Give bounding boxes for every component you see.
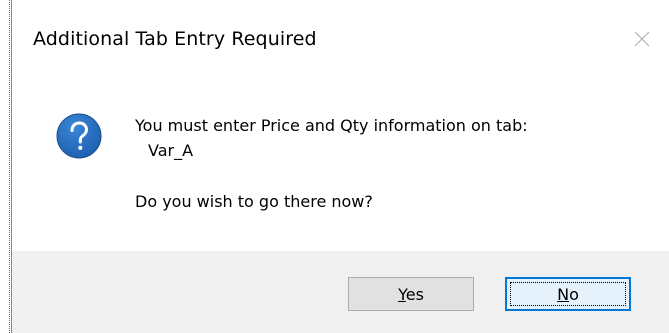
yes-mnemonic: Y bbox=[398, 284, 406, 304]
no-label-rest: o bbox=[569, 284, 579, 304]
message-question: Do you wish to go there now? bbox=[135, 192, 373, 211]
background-edge bbox=[9, 0, 10, 333]
question-icon bbox=[56, 113, 102, 159]
dialog-title: Additional Tab Entry Required bbox=[33, 28, 317, 50]
screen: Additional Tab Entry Required You must e… bbox=[0, 0, 669, 333]
dialog-titlebar[interactable]: Additional Tab Entry Required bbox=[12, 0, 669, 80]
close-icon bbox=[634, 31, 650, 47]
yes-button[interactable]: Yes bbox=[348, 277, 474, 311]
message-line: You must enter Price and Qty information… bbox=[135, 116, 528, 135]
no-button-label: No bbox=[557, 285, 579, 304]
yes-button-label: Yes bbox=[398, 285, 424, 304]
no-button[interactable]: No bbox=[505, 277, 631, 311]
message-dialog: Additional Tab Entry Required You must e… bbox=[11, 0, 669, 333]
close-button[interactable] bbox=[627, 24, 657, 54]
dialog-content: You must enter Price and Qty information… bbox=[12, 80, 669, 251]
message-tab-name: Var_A bbox=[148, 141, 194, 160]
yes-label-rest: es bbox=[405, 284, 424, 304]
no-mnemonic: N bbox=[557, 284, 570, 304]
dialog-button-bar: Yes No bbox=[12, 251, 669, 333]
